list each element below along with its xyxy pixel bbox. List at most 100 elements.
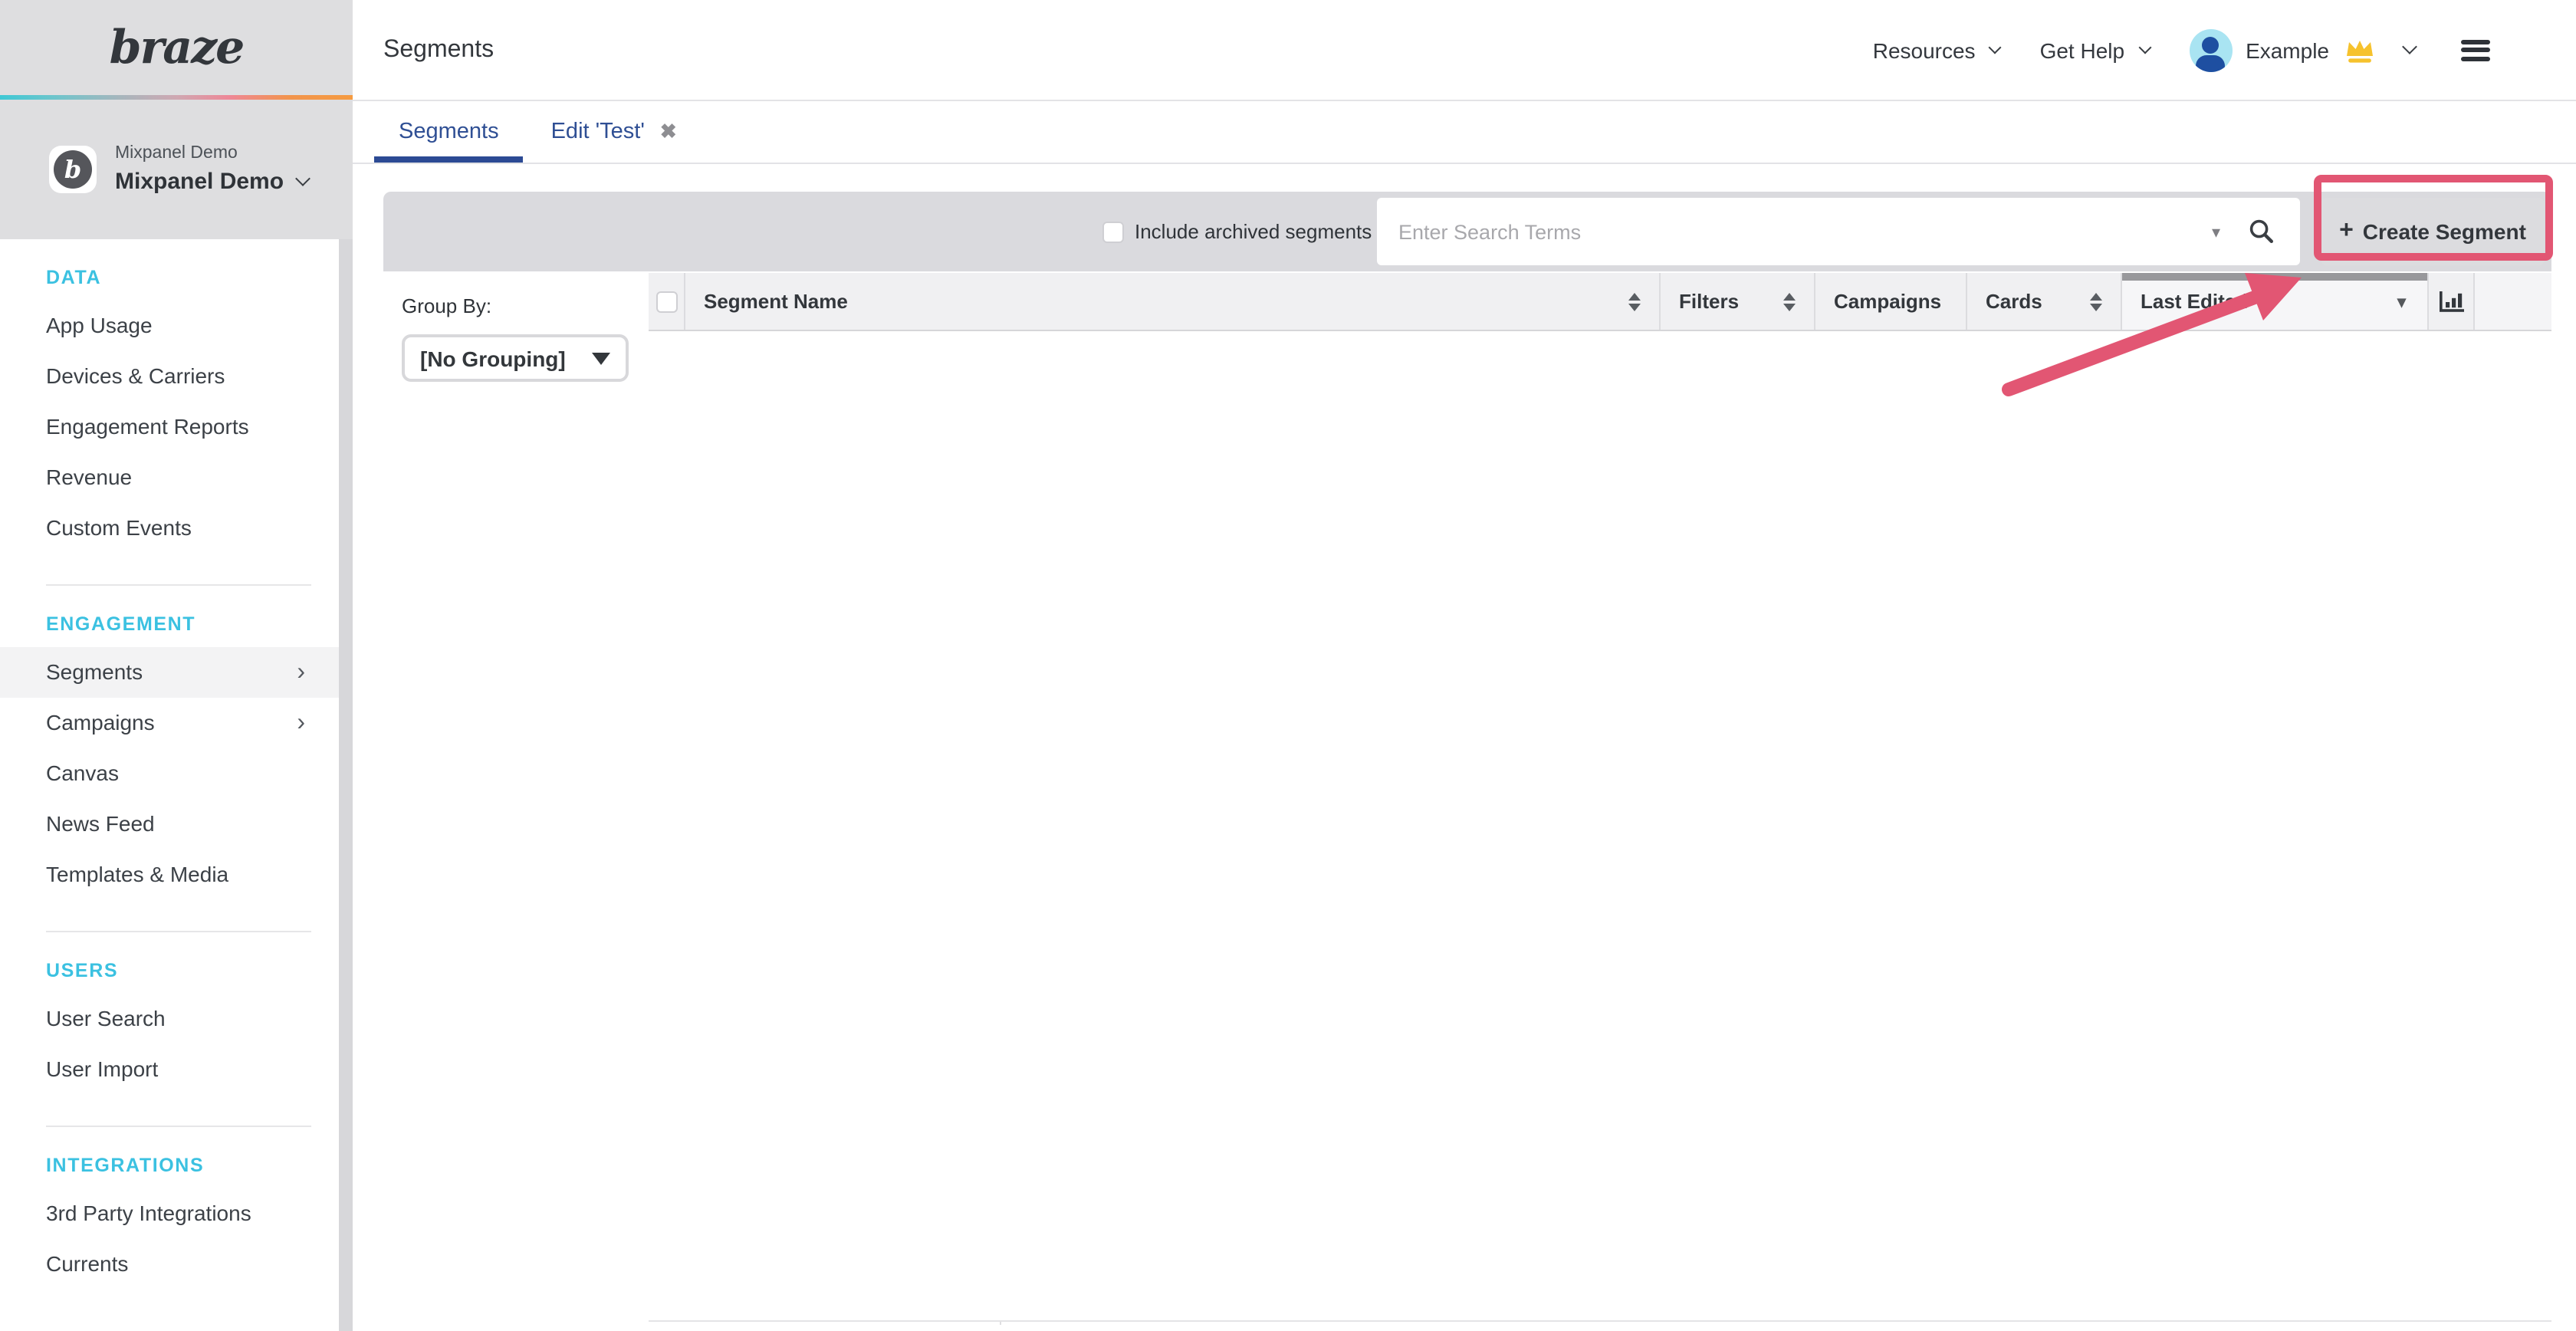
create-segment-label: Create Segment <box>2363 219 2526 244</box>
column-header-segment-name[interactable]: Segment Name <box>685 273 1661 330</box>
sidebar-item-custom-events[interactable]: Custom Events <box>0 503 339 554</box>
account-name: Example <box>2246 38 2329 62</box>
tab-segments[interactable]: Segments <box>374 101 524 163</box>
close-icon[interactable]: ✖ <box>660 120 677 144</box>
main-header: Segments Resources Get Help Example <box>353 0 2576 101</box>
sidebar-item-user-search[interactable]: User Search <box>0 994 339 1044</box>
tab-edit-test[interactable]: Edit 'Test' ✖ <box>527 101 702 163</box>
sidebar-section-integrations: INTEGRATIONS3rd Party IntegrationsCurren… <box>0 1127 339 1305</box>
sidebar-item-label: Segments <box>46 647 143 698</box>
caret-down-icon[interactable]: ▾ <box>2212 222 2220 242</box>
caret-down-icon <box>592 352 610 364</box>
page-title: Segments <box>383 36 494 64</box>
logo-block: braze <box>0 0 353 95</box>
sidebar-item-label: App Usage <box>46 301 153 351</box>
sidebar-item-label: Campaigns <box>46 698 155 748</box>
caret-down-icon[interactable]: ▾ <box>2397 291 2406 311</box>
chevron-right-icon: › <box>297 698 305 748</box>
workspace-name-label: Mixpanel Demo <box>115 169 284 195</box>
sidebar-item-revenue[interactable]: Revenue <box>0 452 339 503</box>
table-body <box>649 331 2551 1322</box>
table-header-checkbox-cell <box>649 273 685 330</box>
sort-icon[interactable] <box>1628 292 1641 311</box>
app-logo-icon: b <box>54 150 92 189</box>
workspace-app-icon: b <box>49 146 97 193</box>
sidebar-item-label: Revenue <box>46 452 132 503</box>
segments-table: Segment Name Filters Campaigns Cards Last Ed… <box>649 273 2551 1322</box>
column-header-cards[interactable]: Cards <box>1967 273 2122 330</box>
sidebar-item-label: News Feed <box>46 799 155 850</box>
column-label: Campaigns <box>1834 290 1941 313</box>
sidebar-item-canvas[interactable]: Canvas <box>0 748 339 799</box>
sidebar-item-user-import[interactable]: User Import <box>0 1044 339 1095</box>
chevron-down-icon <box>295 171 310 186</box>
sidebar-item-campaigns[interactable]: Campaigns › <box>0 698 339 748</box>
column-label: Filters <box>1679 290 1739 313</box>
column-header-campaigns[interactable]: Campaigns <box>1815 273 1967 330</box>
sidebar-item-news-feed[interactable]: News Feed <box>0 799 339 850</box>
column-header-filters[interactable]: Filters <box>1661 273 1815 330</box>
search-icon[interactable] <box>2248 218 2275 245</box>
column-header-last-edited[interactable]: Last Edited ▾ <box>2122 273 2429 330</box>
sidebar-item-templates-media[interactable]: Templates & Media <box>0 850 339 900</box>
header-right-nav: Resources Get Help Example <box>1873 28 2490 71</box>
create-segment-button[interactable]: + Create Segment <box>2321 198 2544 265</box>
sidebar-section-heading: USERS <box>46 960 339 981</box>
hamburger-menu-icon[interactable] <box>2461 39 2490 61</box>
column-label: Segment Name <box>704 290 848 313</box>
sidebar-item-devices-carriers[interactable]: Devices & Carriers <box>0 351 339 402</box>
main-area: Segments Resources Get Help Example <box>353 0 2576 1331</box>
resources-label: Resources <box>1873 38 1976 62</box>
table-header-analytics-cell[interactable] <box>2429 273 2475 330</box>
workspace-switcher[interactable]: b Mixpanel Demo Mixpanel Demo <box>0 100 353 239</box>
column-drag-strip <box>2122 273 2427 281</box>
workspace-text: Mixpanel Demo Mixpanel Demo <box>115 144 308 195</box>
braze-logo[interactable]: braze <box>110 21 244 74</box>
sort-icon[interactable] <box>2090 292 2102 311</box>
resources-menu[interactable]: Resources <box>1873 38 2000 62</box>
sidebar-item-label: Engagement Reports <box>46 402 249 452</box>
select-all-checkbox[interactable] <box>656 291 677 312</box>
sidebar-item-currents[interactable]: Currents <box>0 1239 339 1290</box>
tab-label: Segments <box>399 120 499 144</box>
column-label: Last Edited <box>2141 290 2248 313</box>
search-box: ▾ <box>1377 198 2300 265</box>
archived-checkbox-group: Include archived segments <box>1102 220 1372 243</box>
sidebar-section-heading: ENGAGEMENT <box>46 613 339 635</box>
sidebar-item-label: User Search <box>46 994 166 1044</box>
sidebar-item-label: 3rd Party Integrations <box>46 1188 251 1239</box>
sort-icon[interactable] <box>1783 292 1796 311</box>
tab-label: Edit 'Test' <box>551 120 645 144</box>
search-input[interactable] <box>1377 220 2212 243</box>
crown-icon <box>2343 36 2377 64</box>
sidebar-item-label: Templates & Media <box>46 850 228 900</box>
group-by-select[interactable]: [No Grouping] <box>402 334 629 382</box>
table-header-row: Segment Name Filters Campaigns Cards Last Ed… <box>649 273 2551 331</box>
sidebar-item-app-usage[interactable]: App Usage <box>0 301 339 351</box>
sidebar-item-label: Devices & Carriers <box>46 351 225 402</box>
sidebar-item-3rd-party-integrations[interactable]: 3rd Party Integrations <box>0 1188 339 1239</box>
get-help-menu[interactable]: Get Help <box>2040 38 2150 62</box>
sidebar-section-data: DATAApp UsageDevices & CarriersEngagemen… <box>0 239 339 569</box>
include-archived-checkbox[interactable] <box>1102 221 1124 242</box>
sidebar-item-label: Canvas <box>46 748 119 799</box>
column-label: Cards <box>1986 290 2042 313</box>
avatar <box>2189 28 2232 71</box>
sidebar-item-engagement-reports[interactable]: Engagement Reports <box>0 402 339 452</box>
sidebar-menu: DATAApp UsageDevices & CarriersEngagemen… <box>0 239 339 1331</box>
sidebar-item-segments[interactable]: Segments› <box>0 647 339 698</box>
content: Include archived segments ▾ + Create Seg… <box>353 166 2576 1331</box>
chevron-down-icon <box>2402 39 2417 54</box>
get-help-label: Get Help <box>2040 38 2125 62</box>
sidebar-item-label: Custom Events <box>46 503 192 554</box>
sidebar-item-label: Currents <box>46 1239 128 1290</box>
bar-chart-icon <box>2437 288 2465 314</box>
workspace-name: Mixpanel Demo <box>115 169 308 195</box>
table-header-spacer <box>2475 273 2551 330</box>
segments-toolbar: Include archived segments ▾ + Create Seg… <box>383 192 2551 271</box>
tab-bar: Segments Edit 'Test' ✖ <box>353 101 2576 164</box>
sidebar-scrollbar[interactable] <box>339 239 353 1331</box>
sidebar: braze b Mixpanel Demo Mixpanel Demo DATA… <box>0 0 353 1331</box>
braze-dashboard: braze b Mixpanel Demo Mixpanel Demo DATA… <box>0 0 2576 1331</box>
account-menu[interactable]: Example <box>2189 28 2415 71</box>
